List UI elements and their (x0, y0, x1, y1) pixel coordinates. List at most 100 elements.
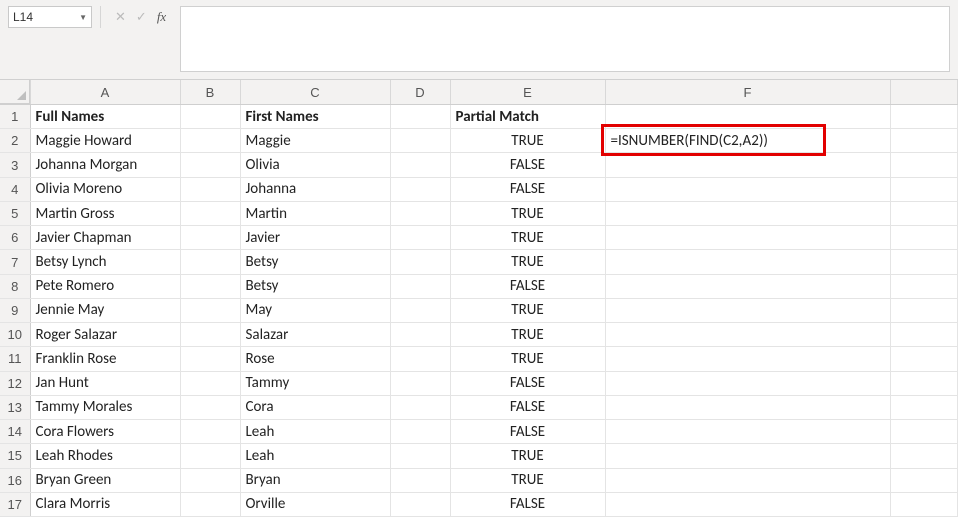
cell-F2[interactable]: =ISNUMBER(FIND(C2,A2)) (605, 129, 890, 153)
cell-D1[interactable] (390, 105, 450, 129)
cell-D4[interactable] (390, 177, 450, 201)
cell-F13[interactable] (605, 395, 890, 419)
cell-C14[interactable]: Leah (240, 420, 390, 444)
cell-A5[interactable]: Martin Gross (30, 201, 180, 225)
cell-blank[interactable] (890, 347, 958, 371)
cell-blank[interactable] (890, 226, 958, 250)
cell-A7[interactable]: Betsy Lynch (30, 250, 180, 274)
cell-C3[interactable]: Olivia (240, 153, 390, 177)
cell-E11[interactable]: TRUE (450, 347, 605, 371)
cell-A2[interactable]: Maggie Howard (30, 129, 180, 153)
cell-blank[interactable] (890, 492, 958, 516)
cell-B17[interactable] (180, 492, 240, 516)
cell-E17[interactable]: FALSE (450, 492, 605, 516)
cell-F6[interactable] (605, 226, 890, 250)
cell-A10[interactable]: Roger Salazar (30, 323, 180, 347)
row-header[interactable]: 6 (0, 226, 30, 250)
cell-A11[interactable]: Franklin Rose (30, 347, 180, 371)
col-header-D[interactable]: D (390, 80, 450, 105)
cell-D2[interactable] (390, 129, 450, 153)
row-header[interactable]: 2 (0, 129, 30, 153)
cell-B7[interactable] (180, 250, 240, 274)
cell-B4[interactable] (180, 177, 240, 201)
cell-A16[interactable]: Bryan Green (30, 468, 180, 492)
cell-D12[interactable] (390, 371, 450, 395)
cell-F10[interactable] (605, 323, 890, 347)
cell-C6[interactable]: Javier (240, 226, 390, 250)
cell-A15[interactable]: Leah Rhodes (30, 444, 180, 468)
cell-C17[interactable]: Orville (240, 492, 390, 516)
cell-blank[interactable] (890, 153, 958, 177)
cell-A8[interactable]: Pete Romero (30, 274, 180, 298)
cell-A4[interactable]: Olivia Moreno (30, 177, 180, 201)
cell-E3[interactable]: FALSE (450, 153, 605, 177)
cell-E14[interactable]: FALSE (450, 420, 605, 444)
cell-B13[interactable] (180, 395, 240, 419)
cell-E13[interactable]: FALSE (450, 395, 605, 419)
row-header[interactable]: 9 (0, 298, 30, 322)
formula-input[interactable] (180, 6, 950, 72)
cell-E9[interactable]: TRUE (450, 298, 605, 322)
cell-E16[interactable]: TRUE (450, 468, 605, 492)
cell-A13[interactable]: Tammy Morales (30, 395, 180, 419)
cell-blank[interactable] (890, 129, 958, 153)
row-header[interactable]: 4 (0, 177, 30, 201)
cell-B15[interactable] (180, 444, 240, 468)
cell-D14[interactable] (390, 420, 450, 444)
row-header[interactable]: 15 (0, 444, 30, 468)
row-header[interactable]: 13 (0, 395, 30, 419)
cell-E5[interactable]: TRUE (450, 201, 605, 225)
cell-E8[interactable]: FALSE (450, 274, 605, 298)
cell-F12[interactable] (605, 371, 890, 395)
cell-F16[interactable] (605, 468, 890, 492)
cell-blank[interactable] (890, 250, 958, 274)
cell-C1[interactable]: First Names (240, 105, 390, 129)
row-header[interactable]: 10 (0, 323, 30, 347)
col-header-A[interactable]: A (30, 80, 180, 105)
cell-blank[interactable] (890, 177, 958, 201)
cell-blank[interactable] (890, 201, 958, 225)
col-header-C[interactable]: C (240, 80, 390, 105)
cell-F14[interactable] (605, 420, 890, 444)
cell-B6[interactable] (180, 226, 240, 250)
cell-blank[interactable] (890, 274, 958, 298)
cell-A14[interactable]: Cora Flowers (30, 420, 180, 444)
cell-blank[interactable] (890, 298, 958, 322)
row-header[interactable]: 16 (0, 468, 30, 492)
cell-F9[interactable] (605, 298, 890, 322)
col-header-blank[interactable] (890, 80, 958, 105)
cell-C16[interactable]: Bryan (240, 468, 390, 492)
cell-C5[interactable]: Martin (240, 201, 390, 225)
cell-E15[interactable]: TRUE (450, 444, 605, 468)
cell-D9[interactable] (390, 298, 450, 322)
cell-A17[interactable]: Clara Morris (30, 492, 180, 516)
cell-C10[interactable]: Salazar (240, 323, 390, 347)
name-box[interactable]: L14 ▼ (8, 6, 92, 28)
cell-D8[interactable] (390, 274, 450, 298)
cell-F5[interactable] (605, 201, 890, 225)
col-header-E[interactable]: E (450, 80, 605, 105)
cell-C13[interactable]: Cora (240, 395, 390, 419)
row-header[interactable]: 17 (0, 492, 30, 516)
cell-B8[interactable] (180, 274, 240, 298)
cell-E7[interactable]: TRUE (450, 250, 605, 274)
cell-C11[interactable]: Rose (240, 347, 390, 371)
cell-blank[interactable] (890, 323, 958, 347)
cell-B2[interactable] (180, 129, 240, 153)
cell-D7[interactable] (390, 250, 450, 274)
row-header[interactable]: 11 (0, 347, 30, 371)
cell-C7[interactable]: Betsy (240, 250, 390, 274)
cell-F17[interactable] (605, 492, 890, 516)
cell-F7[interactable] (605, 250, 890, 274)
cell-blank[interactable] (890, 420, 958, 444)
cell-B9[interactable] (180, 298, 240, 322)
col-header-F[interactable]: F (605, 80, 890, 105)
cell-blank[interactable] (890, 105, 958, 129)
row-header[interactable]: 14 (0, 420, 30, 444)
cell-E6[interactable]: TRUE (450, 226, 605, 250)
cell-blank[interactable] (890, 371, 958, 395)
chevron-down-icon[interactable]: ▼ (79, 13, 87, 22)
cell-B16[interactable] (180, 468, 240, 492)
cell-A12[interactable]: Jan Hunt (30, 371, 180, 395)
cell-B11[interactable] (180, 347, 240, 371)
